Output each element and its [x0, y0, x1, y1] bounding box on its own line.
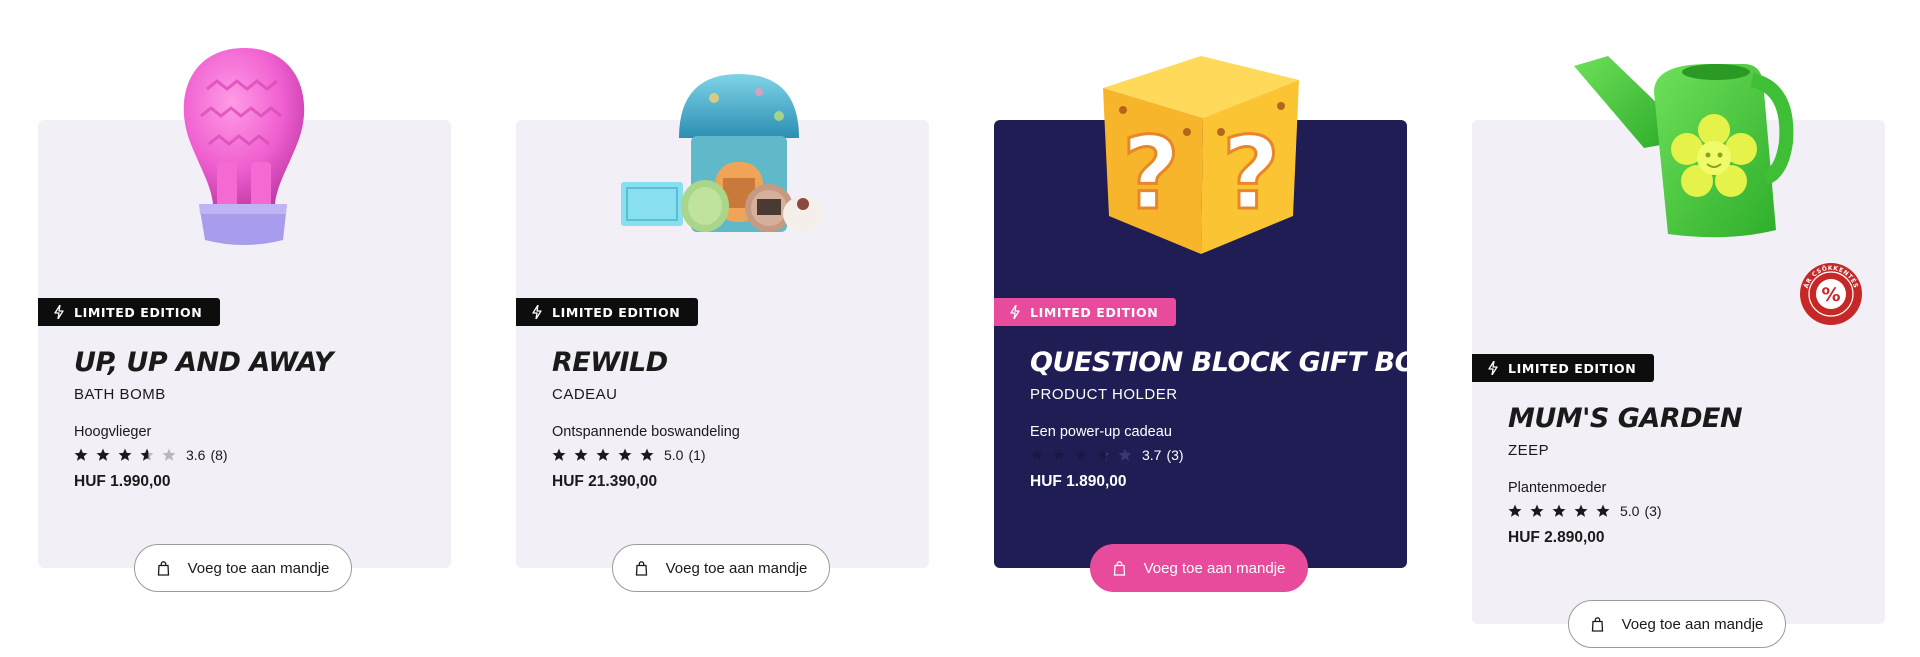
- product-category: BATH BOMB: [74, 386, 166, 403]
- star-filled-icon: [1596, 504, 1610, 517]
- rating-value: 3.6: [186, 447, 206, 463]
- product-price: HUF 1.990,00: [74, 473, 171, 490]
- product-category: PRODUCT HOLDER: [1030, 386, 1178, 403]
- product-image[interactable]: [619, 68, 829, 238]
- product-title[interactable]: MUM'S GARDEN: [1508, 403, 1743, 434]
- product-subtitle: Een power-up cadeau: [1030, 424, 1172, 440]
- product-image[interactable]: [1568, 52, 1794, 242]
- rating-value: 5.0: [1620, 503, 1640, 519]
- add-to-cart-button[interactable]: Voeg toe aan mandje: [1090, 544, 1308, 592]
- product-subtitle: Plantenmoeder: [1508, 480, 1607, 496]
- rating-value: 5.0: [664, 447, 684, 463]
- product-rating[interactable]: 3.6 (8): [74, 447, 228, 463]
- limited-edition-badge: LIMITED EDITION: [994, 298, 1177, 326]
- product-rating[interactable]: 5.0 (1): [552, 447, 706, 463]
- add-to-cart-button[interactable]: Voeg toe aan mandje: [1568, 600, 1786, 648]
- star-rating: [552, 448, 654, 462]
- star-filled-icon: [1552, 504, 1566, 517]
- lightning-icon: [1488, 361, 1498, 375]
- product-rating[interactable]: 5.0 (3): [1508, 503, 1662, 519]
- star-filled-icon: [618, 448, 632, 461]
- star-filled-icon: [96, 448, 110, 461]
- review-count: (3): [1644, 503, 1662, 519]
- product-subtitle: Ontspannende boswandeling: [552, 424, 740, 440]
- add-to-cart-label: Voeg toe aan mandje: [665, 559, 808, 577]
- product-price: HUF 2.890,00: [1508, 529, 1605, 546]
- product-card[interactable]: % ÁR CSÖKKENTÉS LIMITED EDITION MUM'S GA…: [1472, 56, 1885, 648]
- star-filled-icon: [596, 448, 610, 461]
- star-rating: [74, 448, 176, 462]
- product-category: ZEEP: [1508, 442, 1550, 459]
- limited-edition-badge: LIMITED EDITION: [1472, 354, 1655, 382]
- product-card[interactable]: LIMITED EDITION UP, UP AND AWAY BATH BOM…: [38, 48, 451, 592]
- limited-edition-badge: LIMITED EDITION: [516, 298, 699, 326]
- badge-label: LIMITED EDITION: [1030, 304, 1159, 320]
- star-filled-icon: [1030, 448, 1044, 461]
- limited-edition-badge: LIMITED EDITION: [38, 298, 221, 326]
- badge-label: LIMITED EDITION: [1508, 360, 1637, 376]
- review-count: (8): [210, 447, 228, 463]
- rating-value: 3.7: [1142, 447, 1162, 463]
- product-rating[interactable]: 3.7 (3): [1030, 447, 1184, 463]
- star-filled-icon: [1574, 504, 1588, 517]
- star-filled-icon: [118, 448, 132, 461]
- discount-symbol: %: [1821, 284, 1840, 306]
- svg-text:?: ?: [1222, 115, 1280, 232]
- add-to-cart-label: Voeg toe aan mandje: [187, 559, 330, 577]
- star-filled-icon: [74, 448, 88, 461]
- svg-text:?: ?: [1122, 115, 1180, 232]
- star-filled-icon: [1052, 448, 1066, 461]
- lightning-icon: [54, 305, 64, 319]
- star-filled-icon: [552, 448, 566, 461]
- shopping-bag-icon: [635, 560, 647, 576]
- product-price: HUF 21.390,00: [552, 473, 658, 490]
- product-category: CADEAU: [552, 386, 618, 403]
- add-to-cart-button[interactable]: Voeg toe aan mandje: [134, 544, 352, 592]
- discount-badge: % ÁR CSÖKKENTÉS: [1800, 263, 1862, 325]
- badge-label: LIMITED EDITION: [74, 304, 203, 320]
- product-title[interactable]: UP, UP AND AWAY: [74, 347, 333, 378]
- product-title[interactable]: REWILD: [552, 347, 668, 378]
- product-price: HUF 1.890,00: [1030, 473, 1127, 490]
- review-count: (1): [688, 447, 706, 463]
- lightning-icon: [1010, 305, 1020, 319]
- star-empty-icon: [162, 448, 176, 461]
- star-rating: [1508, 504, 1610, 518]
- star-filled-icon: [1530, 504, 1544, 517]
- add-to-cart-button[interactable]: Voeg toe aan mandje: [612, 544, 830, 592]
- product-image[interactable]: [169, 44, 319, 254]
- lightning-icon: [532, 305, 542, 319]
- shopping-bag-icon: [157, 560, 169, 576]
- product-card[interactable]: ? ? LIMITED EDITION QUESTION BLOCK GIFT …: [994, 56, 1437, 592]
- product-title[interactable]: QUESTION BLOCK GIFT BOX: [1030, 347, 1437, 378]
- shopping-bag-icon: [1113, 560, 1125, 576]
- shopping-bag-icon: [1591, 616, 1603, 632]
- star-filled-icon: [1508, 504, 1522, 517]
- star-filled-icon: [574, 448, 588, 461]
- star-half-icon: [140, 448, 154, 461]
- add-to-cart-label: Voeg toe aan mandje: [1621, 615, 1764, 633]
- review-count: (3): [1166, 447, 1184, 463]
- product-card[interactable]: LIMITED EDITION REWILD CADEAU Ontspannen…: [516, 74, 929, 592]
- star-half-icon: [1096, 448, 1110, 461]
- star-filled-icon: [640, 448, 654, 461]
- star-rating: [1030, 448, 1132, 462]
- star-filled-icon: [1074, 448, 1088, 461]
- product-image[interactable]: ? ?: [1093, 48, 1309, 256]
- add-to-cart-label: Voeg toe aan mandje: [1143, 559, 1286, 577]
- product-subtitle: Hoogvlieger: [74, 424, 152, 440]
- star-empty-icon: [1118, 448, 1132, 461]
- badge-label: LIMITED EDITION: [552, 304, 681, 320]
